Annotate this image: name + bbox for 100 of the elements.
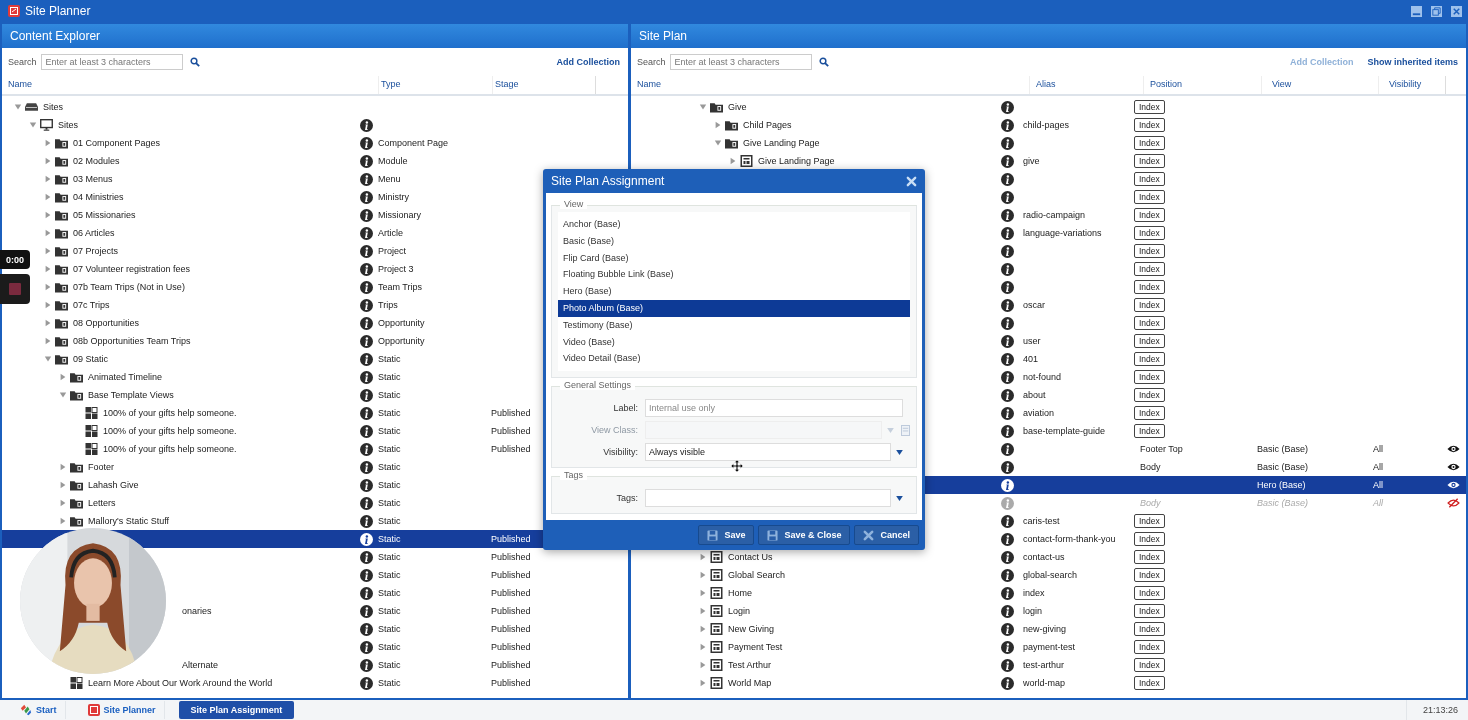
close-icon[interactable] — [1451, 5, 1462, 17]
position-button[interactable]: Index — [1134, 532, 1165, 546]
expand-arrow-icon[interactable] — [44, 229, 52, 237]
column-header[interactable]: View — [1262, 76, 1379, 94]
info-icon[interactable] — [359, 244, 373, 258]
position-button[interactable]: Index — [1134, 424, 1165, 438]
position-button[interactable]: Index — [1134, 334, 1165, 348]
info-icon[interactable] — [359, 118, 373, 132]
position-button[interactable]: Index — [1134, 640, 1165, 654]
info-icon[interactable] — [1000, 568, 1014, 582]
eye-icon[interactable] — [1447, 444, 1460, 454]
info-icon[interactable] — [1000, 316, 1014, 330]
info-icon[interactable] — [1000, 424, 1014, 438]
info-icon[interactable] — [359, 532, 373, 546]
info-icon[interactable] — [1000, 406, 1014, 420]
expand-arrow-icon[interactable] — [44, 157, 52, 165]
dropdown-field[interactable]: Always visible — [645, 443, 891, 462]
info-icon[interactable] — [1000, 604, 1014, 618]
view-option[interactable]: Testimony (Base) — [558, 316, 910, 334]
expand-arrow-icon[interactable] — [699, 571, 707, 579]
position-button[interactable]: Index — [1134, 676, 1165, 690]
info-icon[interactable] — [359, 370, 373, 384]
info-icon[interactable] — [1000, 460, 1014, 474]
taskbar-item[interactable]: Start — [12, 701, 66, 719]
collapse-arrow-icon[interactable] — [714, 139, 722, 147]
view-option[interactable]: Video (Base) — [558, 333, 910, 351]
collapse-arrow-icon[interactable] — [14, 103, 22, 111]
info-icon[interactable] — [359, 442, 373, 456]
eye-icon[interactable] — [1447, 462, 1460, 472]
position-button[interactable]: Index — [1134, 118, 1165, 132]
position-button[interactable]: Index — [1134, 208, 1165, 222]
position-button[interactable]: Index — [1134, 388, 1165, 402]
info-icon[interactable] — [359, 550, 373, 564]
dropdown-field[interactable] — [645, 489, 891, 508]
info-icon[interactable] — [1000, 532, 1014, 546]
info-icon[interactable] — [359, 262, 373, 276]
expand-arrow-icon[interactable] — [44, 175, 52, 183]
expand-arrow-icon[interactable] — [699, 553, 707, 561]
info-icon[interactable] — [1000, 172, 1014, 186]
expand-arrow-icon[interactable] — [699, 589, 707, 597]
info-icon[interactable] — [359, 622, 373, 636]
view-option[interactable]: Anchor (Base) — [558, 216, 910, 233]
info-icon[interactable] — [1000, 658, 1014, 672]
info-icon[interactable] — [359, 460, 373, 474]
info-icon[interactable] — [359, 586, 373, 600]
info-icon[interactable] — [359, 496, 373, 510]
position-button[interactable]: Index — [1134, 190, 1165, 204]
save-button[interactable]: Save & Close — [758, 525, 851, 545]
info-icon[interactable] — [1000, 622, 1014, 636]
search-icon[interactable] — [189, 57, 200, 67]
expand-arrow-icon[interactable] — [44, 319, 52, 327]
position-button[interactable]: Index — [1134, 406, 1165, 420]
save-button[interactable]: Save — [698, 525, 755, 545]
info-icon[interactable] — [1000, 154, 1014, 168]
expand-arrow-icon[interactable] — [59, 517, 67, 525]
view-option[interactable]: Video Detail (Base) — [558, 350, 910, 368]
position-button[interactable]: Index — [1134, 514, 1165, 528]
show-inherited-link[interactable]: Show inherited items — [1367, 57, 1458, 67]
info-icon[interactable] — [1000, 298, 1014, 312]
view-option[interactable]: Basic (Base) — [558, 232, 910, 250]
close-icon[interactable] — [906, 175, 917, 187]
info-icon[interactable] — [1000, 640, 1014, 654]
eye-icon[interactable] — [1447, 480, 1460, 490]
position-button[interactable]: Index — [1134, 136, 1165, 150]
position-button[interactable]: Index — [1134, 244, 1165, 258]
info-icon[interactable] — [1000, 334, 1014, 348]
position-button[interactable]: Index — [1134, 154, 1165, 168]
info-icon[interactable] — [1000, 388, 1014, 402]
minimize-icon[interactable] — [1411, 5, 1422, 17]
position-button[interactable]: Index — [1134, 370, 1165, 384]
position-button[interactable]: Index — [1134, 550, 1165, 564]
position-button[interactable]: Index — [1134, 568, 1165, 582]
info-icon[interactable] — [359, 172, 373, 186]
info-icon[interactable] — [1000, 352, 1014, 366]
info-icon[interactable] — [1000, 136, 1014, 150]
info-icon[interactable] — [359, 604, 373, 618]
position-button[interactable]: Index — [1134, 604, 1165, 618]
info-icon[interactable] — [359, 190, 373, 204]
info-icon[interactable] — [359, 226, 373, 240]
text-field[interactable]: Internal use only — [645, 399, 903, 418]
info-icon[interactable] — [1000, 370, 1014, 384]
expand-arrow-icon[interactable] — [44, 301, 52, 309]
expand-arrow-icon[interactable] — [699, 643, 707, 651]
info-icon[interactable] — [359, 676, 373, 690]
info-icon[interactable] — [1000, 478, 1014, 492]
expand-arrow-icon[interactable] — [59, 499, 67, 507]
collapse-arrow-icon[interactable] — [699, 103, 707, 111]
expand-arrow-icon[interactable] — [44, 337, 52, 345]
info-icon[interactable] — [359, 640, 373, 654]
info-icon[interactable] — [1000, 226, 1014, 240]
info-icon[interactable] — [1000, 550, 1014, 564]
expand-arrow-icon[interactable] — [44, 265, 52, 273]
position-button[interactable]: Index — [1134, 586, 1165, 600]
collapse-arrow-icon[interactable] — [44, 355, 52, 363]
info-icon[interactable] — [359, 316, 373, 330]
info-icon[interactable] — [359, 406, 373, 420]
search-icon[interactable] — [818, 57, 829, 67]
view-option[interactable]: Flip Card (Base) — [558, 249, 910, 267]
view-option[interactable]: Hero (Base) — [558, 283, 910, 300]
expand-arrow-icon[interactable] — [44, 247, 52, 255]
